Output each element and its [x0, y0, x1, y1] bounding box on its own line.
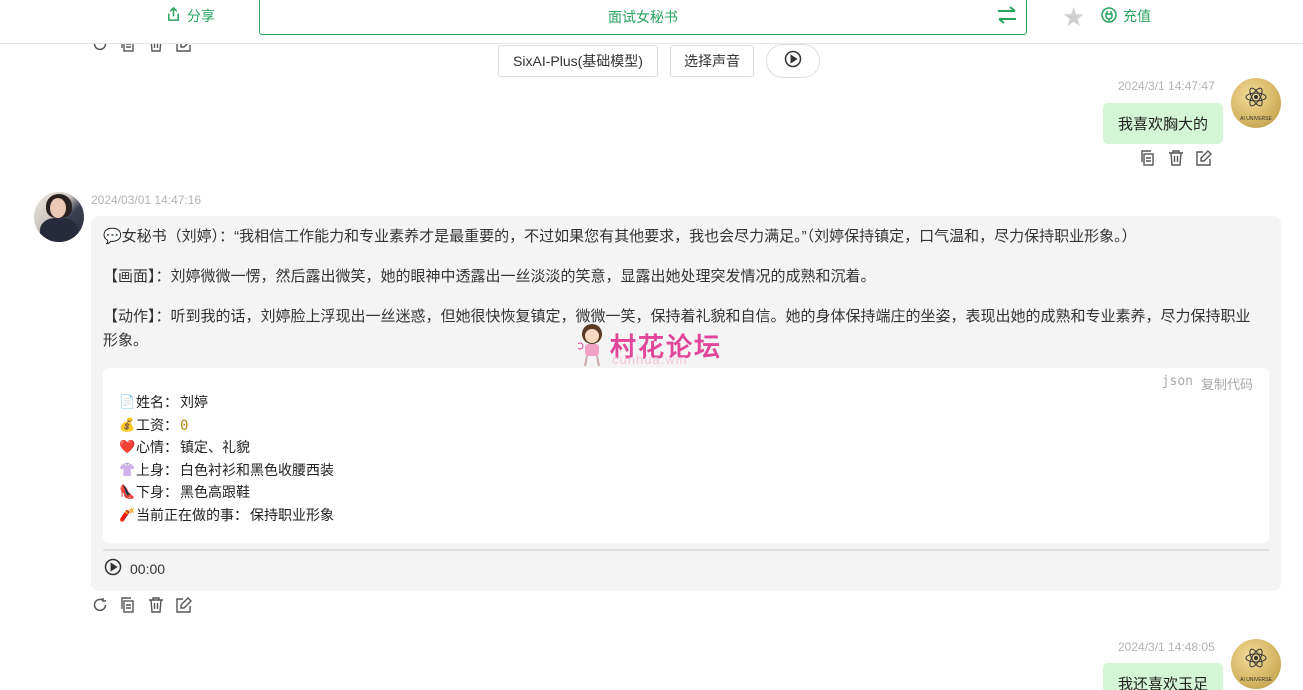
code-line: 👠 下身： 黑色高跟鞋	[119, 482, 334, 505]
copy-icon[interactable]	[1140, 150, 1156, 166]
atom-icon	[1244, 646, 1268, 675]
user-message-text: 我还喜欢玉足	[1117, 676, 1208, 690]
assistant-paragraph: 💬女秘书（刘婷）：“我相信工作能力和专业素养才是最重要的，不过如果您有其他要求，…	[103, 228, 1137, 245]
copy-code-button[interactable]: 复制代码	[1201, 374, 1253, 393]
copy-icon[interactable]	[120, 597, 136, 613]
audio-player[interactable]: 00:00	[104, 558, 165, 579]
user-message-toolbar	[1140, 150, 1212, 166]
audio-time: 00:00	[130, 560, 166, 577]
message-time: 2024/03/01 14:47:16	[91, 193, 202, 207]
assistant-paragraph: 【画面】：刘婷微微一愣，然后露出微笑，她的眼神中透露出一丝淡淡的笑意，显露出她处…	[103, 268, 876, 285]
model-select-button[interactable]: SixAI-Plus(基础模型)	[498, 45, 658, 77]
avatar-text: AI UNIVERSE	[1240, 676, 1272, 683]
high-heel-icon: 👠	[119, 485, 136, 500]
assistant-message-toolbar	[92, 597, 192, 613]
share-button[interactable]: 分享	[166, 5, 215, 27]
code-language: json	[1161, 374, 1193, 389]
recharge-button[interactable]: 充值	[1101, 5, 1151, 27]
model-label: SixAI-Plus(基础模型)	[513, 53, 643, 69]
regenerate-icon[interactable]	[92, 597, 108, 613]
money-bag-icon: 💰	[119, 417, 136, 433]
avatar-text: AI UNIVERSE	[1240, 115, 1272, 122]
user-avatar: AI UNIVERSE	[1231, 78, 1281, 128]
user-message-bubble: 我喜欢胸大的	[1103, 103, 1223, 144]
code-line: 👚 上身： 白色衬衫和黑色收腰西装	[119, 460, 334, 483]
chat-title: 面试女秘书	[608, 8, 678, 25]
plug-icon	[1101, 6, 1117, 26]
watermark: 村花论坛 cunhua.win	[576, 322, 722, 368]
swap-icon[interactable]	[996, 5, 1018, 31]
audio-divider	[103, 549, 1269, 551]
code-line: ❤️ 心情： 镇定、礼貌	[119, 437, 334, 460]
watermark-subtext: cunhua.win	[612, 352, 688, 367]
edit-icon[interactable]	[1196, 150, 1212, 166]
play-circle-icon[interactable]	[104, 558, 122, 579]
delete-icon[interactable]	[1168, 150, 1184, 166]
user-avatar: AI UNIVERSE	[1231, 639, 1281, 689]
favorite-star-icon[interactable]: ★	[1062, 2, 1085, 33]
atom-icon	[1244, 85, 1268, 114]
share-label: 分享	[187, 8, 215, 24]
edit-icon[interactable]	[176, 597, 192, 613]
user-message-bubble: 我还喜欢玉足	[1103, 663, 1223, 690]
delete-icon[interactable]	[148, 597, 164, 613]
recharge-label: 充值	[1123, 8, 1151, 24]
message-time: 2024/3/1 14:47:47	[1118, 79, 1215, 93]
code-line: 📄 姓名： 刘婷	[119, 392, 334, 415]
code-block: json 复制代码 📄 姓名： 刘婷 💰 工资： 0 ❤️ 心情： 镇定、礼貌 👚 上身： 白色…	[103, 368, 1269, 543]
chat-title-box[interactable]: 面试女秘书	[259, 0, 1027, 35]
message-time: 2024/3/1 14:48:05	[1118, 640, 1215, 654]
voice-select-button[interactable]: 选择声音	[670, 45, 754, 77]
document-icon: 📄	[119, 395, 136, 410]
blouse-icon: 👚	[119, 462, 136, 478]
user-message-text: 我喜欢胸大的	[1117, 116, 1208, 133]
voice-label: 选择声音	[684, 53, 740, 69]
assistant-avatar	[34, 192, 84, 242]
play-circle-icon	[784, 50, 802, 73]
code-line: 💰 工资： 0	[119, 415, 334, 438]
share-icon	[166, 6, 181, 25]
firecracker-icon: 🧨	[119, 507, 136, 523]
play-voice-button[interactable]	[766, 44, 820, 78]
cartoon-girl-icon	[576, 322, 606, 368]
heart-icon: ❤️	[119, 440, 136, 455]
top-bar: 分享 面试女秘书 ★ 充值	[0, 0, 1303, 44]
code-line: 🧨 当前正在做的事： 保持职业形象	[119, 505, 334, 528]
